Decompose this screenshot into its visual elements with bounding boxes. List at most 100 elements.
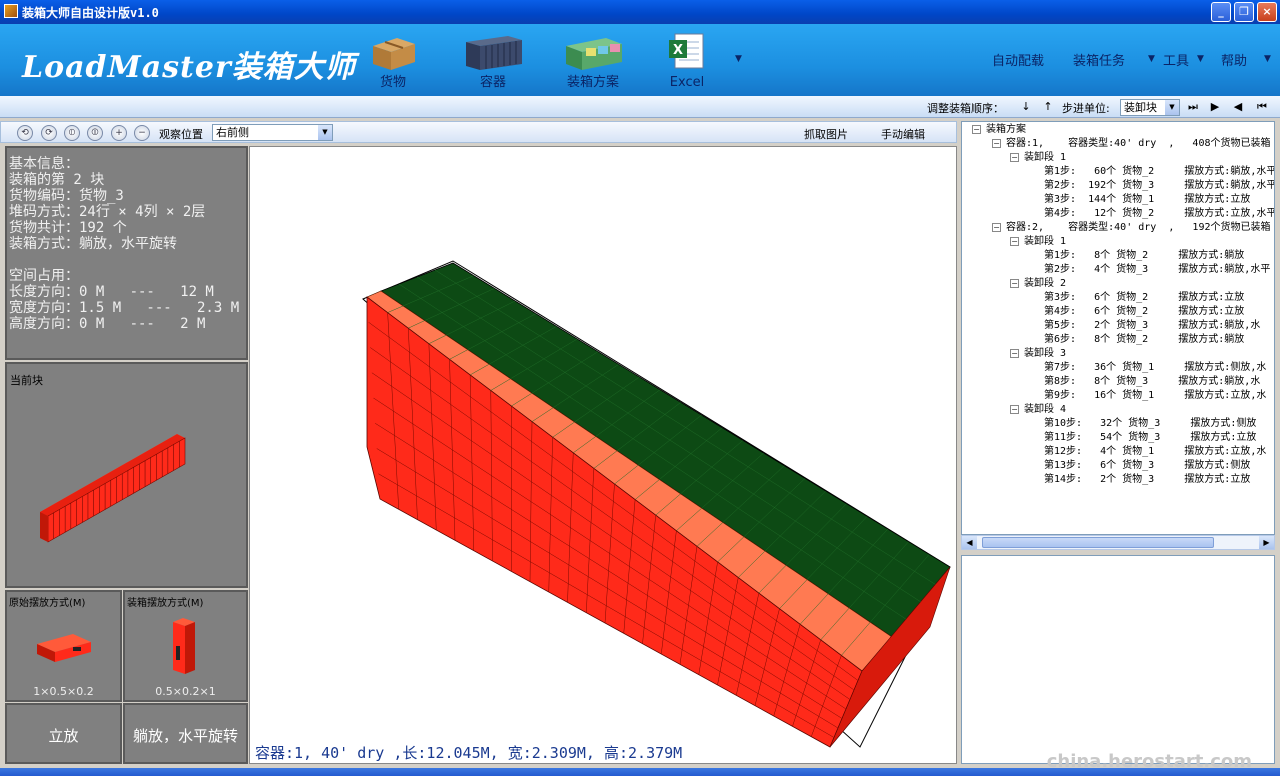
capture-image-button[interactable]: 抓取图片 [804, 126, 848, 142]
maximize-button[interactable]: ❐ [1234, 2, 1254, 22]
info-line: 高度方向：0 M --- 2 M [9, 316, 206, 332]
rotate-right-icon[interactable]: ⟳ [41, 125, 57, 141]
tree-horizontal-scrollbar[interactable]: ◀ ▶ [961, 535, 1275, 550]
move-up-icon[interactable]: ↑ [1040, 99, 1056, 115]
scroll-thumb[interactable] [982, 537, 1214, 548]
loading-mode-text: 躺放，水平旋转 [132, 727, 238, 745]
tree-node[interactable]: 第10步: 32个 货物_3 摆放方式:侧放 [1044, 417, 1256, 431]
tree-node[interactable]: 第1步: 8个 货物_2 摆放方式:躺放 [1044, 249, 1244, 263]
tree-node[interactable]: 第3步: 144个 货物_1 摆放方式:立放 [1044, 193, 1250, 207]
menu-tools[interactable]: 工具 [1163, 50, 1189, 69]
step-back-icon[interactable]: ◀ [1230, 99, 1246, 115]
loading-plan-icon [566, 38, 622, 70]
tools-dropdown-icon[interactable]: ▼ [735, 54, 742, 64]
info-line: 基本信息： [9, 156, 79, 172]
tree-expander-icon[interactable]: − [1010, 349, 1019, 358]
zoom-in-icon[interactable]: + [111, 125, 127, 141]
tree-expander-icon[interactable]: − [992, 139, 1001, 148]
tree-node[interactable]: 第3步: 6个 货物_2 摆放方式:立放 [1044, 291, 1244, 305]
svg-text:X: X [673, 43, 683, 58]
app-logo: LoadMaster装箱大师 [22, 50, 356, 85]
tree-node[interactable]: 装卸段 2 [1024, 277, 1066, 291]
tree-node[interactable]: 装卸段 1 [1024, 151, 1066, 165]
menu-help[interactable]: 帮助 [1221, 50, 1247, 69]
tool-cargo-label: 货物 [379, 75, 406, 90]
basic-info-panel: 基本信息： 装箱的第 2 块货物编码：货物_3 堆码方式：24行 × 4列 × 2层… [5, 146, 248, 360]
original-dims: 1×0.5×0.2 [33, 685, 94, 698]
tool-container[interactable]: 容器 [458, 30, 528, 92]
3d-viewport[interactable]: 容器:1, 40' dry ,长:12.045M, 宽:2.309M, 高:2.… [249, 146, 957, 764]
chevron-down-icon: ▼ [318, 125, 332, 140]
scroll-left-icon[interactable]: ◀ [962, 536, 977, 549]
minimize-button[interactable]: _ [1211, 2, 1231, 22]
close-button[interactable]: × [1257, 2, 1277, 22]
menu-auto-load[interactable]: 自动配载 [992, 50, 1044, 69]
tree-node[interactable]: 第11步: 54个 货物_3 摆放方式:立放 [1044, 431, 1256, 445]
skip-to-start-icon[interactable]: ⏮ [1254, 99, 1270, 115]
info-line [9, 252, 239, 268]
step-forward-icon[interactable]: ▶ [1207, 99, 1223, 115]
observe-position-label: 观察位置 [159, 128, 203, 141]
tree-node[interactable]: 容器:1, 容器类型:40' dry , 408个货物已装箱 [1006, 137, 1271, 151]
tilt-up-icon[interactable]: ⦶ [64, 125, 80, 141]
info-line: 长度方向：0 M --- 12 M [9, 284, 214, 300]
tree-expander-icon[interactable]: − [972, 125, 981, 134]
cargo-box-icon [373, 38, 415, 70]
tool-excel-label: Excel [669, 75, 705, 90]
manual-edit-button[interactable]: 手动编辑 [881, 126, 925, 142]
tree-expander-icon[interactable]: − [1010, 153, 1019, 162]
taskbar-edge [0, 768, 1280, 776]
move-down-icon[interactable]: ↓ [1018, 99, 1034, 115]
observe-position-value: 右前侧 [216, 126, 249, 139]
tree-expander-icon[interactable]: − [1010, 405, 1019, 414]
tree-node[interactable]: 第2步: 192个 货物_3 摆放方式:躺放,水平 [1044, 179, 1274, 193]
basic-info-text: 基本信息： 装箱的第 2 块货物编码：货物_3 堆码方式：24行 × 4列 × 2层… [9, 156, 239, 332]
tree-node[interactable]: 第8步: 8个 货物_3 摆放方式:躺放,水 [1044, 375, 1260, 389]
tree-node[interactable]: 容器:2, 容器类型:40' dry , 192个货物已装箱 [1006, 221, 1271, 235]
tree-node[interactable]: 第12步: 4个 货物_1 摆放方式:立放,水 [1044, 445, 1266, 459]
skip-to-end-icon[interactable]: ⏭ [1185, 99, 1201, 115]
tree-node[interactable]: 第4步: 12个 货物_2 摆放方式:立放,水平 [1044, 207, 1274, 221]
tree-node[interactable]: 第1步: 60个 货物_2 摆放方式:躺放,水平 [1044, 165, 1274, 179]
tree-node[interactable]: 第9步: 16个 货物_1 摆放方式:立放,水 [1044, 389, 1266, 403]
zoom-out-icon[interactable]: − [134, 125, 150, 141]
tree-node[interactable]: 装箱方案 [986, 123, 1026, 137]
tree-node[interactable]: 第4步: 6个 货物_2 摆放方式:立放 [1044, 305, 1244, 319]
tree-node[interactable]: 第5步: 2个 货物_3 摆放方式:躺放,水 [1044, 319, 1260, 333]
excel-icon: X [669, 33, 704, 69]
loading-task-dropdown-icon[interactable]: ▼ [1148, 54, 1155, 64]
menu-loading-task[interactable]: 装箱任务 [1073, 50, 1125, 69]
info-line: 货物共计：192 个 [9, 220, 127, 236]
tree-node[interactable]: 装卸段 4 [1024, 403, 1066, 417]
tree-expander-icon[interactable]: − [992, 223, 1001, 232]
order-toolbar: 调整装箱顺序： ↓ ↑ 步进单位: 装卸块 ▼ ⏭ ▶ ◀ ⏮ [0, 96, 1280, 118]
tree-node[interactable]: 第2步: 4个 货物_3 摆放方式:躺放,水平 [1044, 263, 1270, 277]
tree-node[interactable]: 第14步: 2个 货物_3 摆放方式:立放 [1044, 473, 1250, 487]
help-dropdown-icon[interactable]: ▼ [1264, 54, 1271, 64]
scroll-right-icon[interactable]: ▶ [1259, 536, 1274, 549]
tool-loading-plan[interactable]: 装箱方案 [558, 30, 628, 92]
loading-plan-tree[interactable]: − 装箱方案 − 容器:1, 容器类型:40' dry , 408个货物已装箱 − 装卸段… [961, 121, 1275, 535]
tree-expander-icon[interactable]: − [1010, 279, 1019, 288]
rotate-left-icon[interactable]: ⟲ [17, 125, 33, 141]
tree-node[interactable]: 装卸段 3 [1024, 347, 1066, 361]
loading-dims: 0.5×0.2×1 [155, 685, 216, 698]
info-line: 空间占用： [9, 268, 79, 284]
tree-expander-icon[interactable]: − [1010, 237, 1019, 246]
current-block-panel: 当前块 [5, 362, 248, 588]
tree-node[interactable]: 第6步: 8个 货物_2 摆放方式:躺放 [1044, 333, 1244, 347]
tilt-down-icon[interactable]: ⦷ [87, 125, 103, 141]
info-line: 堆码方式：24行 × 4列 × 2层 [9, 204, 206, 220]
tools-menu-dropdown-icon[interactable]: ▼ [1197, 54, 1204, 64]
step-unit-select[interactable]: 装卸块 ▼ [1120, 99, 1180, 116]
tree-node[interactable]: 第13步: 6个 货物_3 摆放方式:侧放 [1044, 459, 1250, 473]
tree-node[interactable]: 装卸段 1 [1024, 235, 1066, 249]
tool-excel[interactable]: X Excel [652, 30, 722, 92]
tree-node[interactable]: 第7步: 36个 货物_1 摆放方式:侧放,水 [1044, 361, 1266, 375]
loading-mode-panel: 躺放，水平旋转 [123, 703, 248, 764]
observe-position-select[interactable]: 右前侧 ▼ [212, 124, 333, 141]
container-icon [466, 36, 522, 70]
tool-cargo[interactable]: 货物 [358, 30, 428, 92]
adjust-order-label: 调整装箱顺序： [927, 102, 1004, 115]
container-info-caption: 容器:1, 40' dry ,长:12.045M, 宽:2.309M, 高:2.… [255, 744, 683, 762]
